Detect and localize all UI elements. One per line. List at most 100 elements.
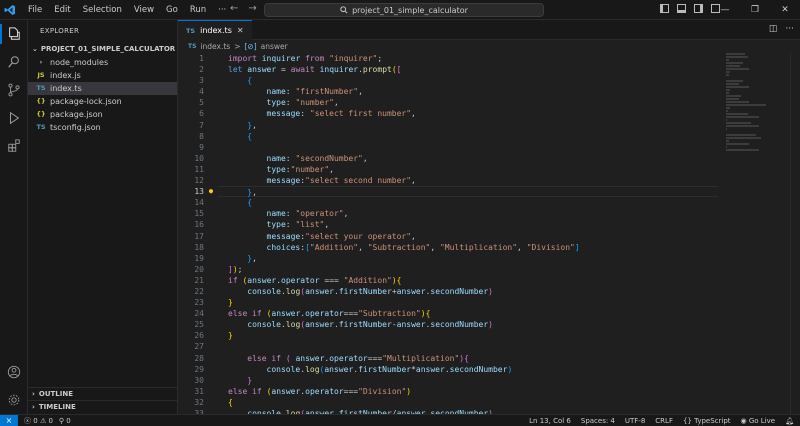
file-tree-item-label: package-lock.json xyxy=(50,97,122,106)
file-tree-item[interactable]: {} package.json xyxy=(28,108,177,121)
outline-section[interactable]: › OUTLINE xyxy=(28,387,178,400)
code-line[interactable]: 2 let answer = await inquirer.prompt([ xyxy=(178,64,718,75)
menu-edit[interactable]: Edit xyxy=(48,0,76,20)
toggle-secondary-sidebar-icon[interactable] xyxy=(694,4,703,13)
code-line[interactable]: 18 choices:["Addition", "Subtraction", "… xyxy=(178,242,718,253)
encoding[interactable]: UTF-8 xyxy=(625,417,645,425)
cursor-position[interactable]: Ln 13, Col 6 xyxy=(529,417,571,425)
gutter xyxy=(204,231,218,242)
code-line[interactable]: 14 { xyxy=(178,197,718,208)
line-number: 19 xyxy=(194,253,204,263)
code-line[interactable]: 16 type: "list", xyxy=(178,219,718,230)
code-line[interactable]: 7 }, xyxy=(178,120,718,131)
more-actions-icon[interactable]: ··· xyxy=(785,24,794,34)
breadcrumb-symbol[interactable]: answer xyxy=(261,42,288,51)
code-line[interactable]: 23} xyxy=(178,297,718,308)
code-line[interactable]: 9 xyxy=(178,142,718,153)
problems-indicator[interactable]: ⓧ 0 ⚠ 0 xyxy=(24,416,53,426)
close-icon[interactable]: ✕ xyxy=(237,26,244,35)
code-line[interactable]: 27 xyxy=(178,341,718,352)
code-line[interactable]: 5 type: "number", xyxy=(178,97,718,108)
minimap[interactable] xyxy=(726,53,766,151)
code-line[interactable]: 31 else if (answer.operator==="Division") xyxy=(178,386,718,397)
account-icon[interactable] xyxy=(0,358,28,386)
restore-icon[interactable]: ❐ xyxy=(740,0,770,20)
code-line[interactable]: 20]); xyxy=(178,264,718,275)
code-line[interactable]: 28 else if ( answer.operator==="Multipli… xyxy=(178,353,718,364)
code-line[interactable]: 3 { xyxy=(178,75,718,86)
source-control-icon[interactable] xyxy=(0,76,28,104)
line-number: 20 xyxy=(194,264,204,274)
tab-index-ts[interactable]: TS index.ts ✕ xyxy=(178,20,252,40)
notifications-bell-icon[interactable]: 🔔︎ xyxy=(785,417,794,425)
breadcrumb-file[interactable]: index.ts xyxy=(200,42,230,51)
code-line[interactable]: 19 }, xyxy=(178,253,718,264)
code-line[interactable]: 26} xyxy=(178,330,718,341)
toggle-panel-icon[interactable] xyxy=(677,4,686,13)
gutter xyxy=(204,242,218,253)
file-tree-item[interactable]: {} package-lock.json xyxy=(28,95,177,108)
code-line[interactable]: 30 } xyxy=(178,375,718,386)
code-line[interactable]: 8 { xyxy=(178,131,718,142)
go-live-button[interactable]: ◉ Go Live xyxy=(741,417,776,425)
code-line[interactable]: 21 if (answer.operator === "Addition"){ xyxy=(178,275,718,286)
close-icon[interactable]: ✕ xyxy=(770,0,800,20)
indentation[interactable]: Spaces: 4 xyxy=(581,417,615,425)
code-line[interactable]: 12 message:"select second number", xyxy=(178,175,718,186)
braces-icon: {} xyxy=(682,416,692,425)
file-tree-item[interactable]: › node_modules xyxy=(28,56,177,69)
code-editor[interactable]: 1 import inquirer from "inquirer"; 2 let an… xyxy=(178,53,718,418)
command-center[interactable]: project_01_simple_calculator xyxy=(264,3,544,17)
code-line[interactable]: 11 type:"number", xyxy=(178,164,718,175)
file-tree-item[interactable]: TS tsconfig.json xyxy=(28,121,177,134)
line-number: 23 xyxy=(194,298,204,308)
explorer-icon[interactable] xyxy=(0,20,28,48)
menu-view[interactable]: View xyxy=(128,0,160,20)
run-debug-icon[interactable] xyxy=(0,104,28,132)
manage-gear-icon[interactable] xyxy=(0,386,28,414)
ports-count: 0 xyxy=(66,416,71,425)
forward-arrow-icon[interactable]: → xyxy=(248,3,256,14)
minimize-icon[interactable]: — xyxy=(710,0,740,20)
editor-area: TS index.ts ✕ ◫ ··· TS index.ts > [⊘] an… xyxy=(178,20,800,418)
code-line[interactable]: 24 else if (answer.operator==="Subtractio… xyxy=(178,308,718,319)
menu-selection[interactable]: Selection xyxy=(77,0,128,20)
ports-indicator[interactable]: ⚲ 0 xyxy=(59,417,71,425)
code-line[interactable]: 25 console.log(answer.firstNumber-answer… xyxy=(178,319,718,330)
code-line[interactable]: 4 name: "firstNumber", xyxy=(178,86,718,97)
search-icon[interactable] xyxy=(0,48,28,76)
code-line[interactable]: 1 import inquirer from "inquirer"; xyxy=(178,53,718,64)
gutter xyxy=(204,330,218,341)
line-number: 7 xyxy=(199,120,204,130)
code-text: import inquirer from "inquirer"; xyxy=(228,54,383,63)
code-line[interactable]: 17 message:"select your operator", xyxy=(178,231,718,242)
code-line[interactable]: 6 message: "select first number", xyxy=(178,108,718,119)
gutter xyxy=(204,75,218,86)
code-text: choices:["Addition", "Subtraction", "Mul… xyxy=(266,242,580,252)
gutter xyxy=(204,219,218,230)
code-line[interactable]: 10 name: "secondNumber", xyxy=(178,153,718,164)
menu-run[interactable]: Run xyxy=(184,0,212,20)
file-tree-item[interactable]: JS index.js xyxy=(28,69,177,82)
remote-indicator-icon[interactable]: ⨯ xyxy=(0,414,18,426)
timeline-section[interactable]: › TIMELINE xyxy=(28,400,178,413)
gutter xyxy=(204,353,218,364)
chevron-right-icon: › xyxy=(32,389,35,398)
code-line[interactable]: 29 console.log(answer.firstNumber*answer… xyxy=(178,364,718,375)
code-line[interactable]: 32 { xyxy=(178,397,718,408)
lightbulb-icon[interactable]: ● xyxy=(209,186,213,197)
code-line[interactable]: 15 name: "operator", xyxy=(178,208,718,219)
toggle-sidebar-icon[interactable] xyxy=(660,4,669,13)
file-tree-item[interactable]: TS index.ts xyxy=(28,82,177,95)
menu-go[interactable]: Go xyxy=(160,0,184,20)
editor-scrollbar[interactable] xyxy=(790,53,800,414)
code-line[interactable]: 13 ● }, xyxy=(178,186,718,198)
extensions-icon[interactable] xyxy=(0,132,28,160)
back-arrow-icon[interactable]: ← xyxy=(230,3,238,14)
code-line[interactable]: 22 console.log(answer.firstNumber+answer… xyxy=(178,286,718,297)
line-ending[interactable]: CRLF xyxy=(655,417,673,425)
split-editor-icon[interactable]: ◫ xyxy=(769,24,778,34)
menu-file[interactable]: File xyxy=(22,0,48,20)
workspace-folder[interactable]: ⌄ PROJECT_01_SIMPLE_CALCULATOR xyxy=(28,42,177,56)
language-mode[interactable]: {} TypeScript xyxy=(683,417,731,425)
